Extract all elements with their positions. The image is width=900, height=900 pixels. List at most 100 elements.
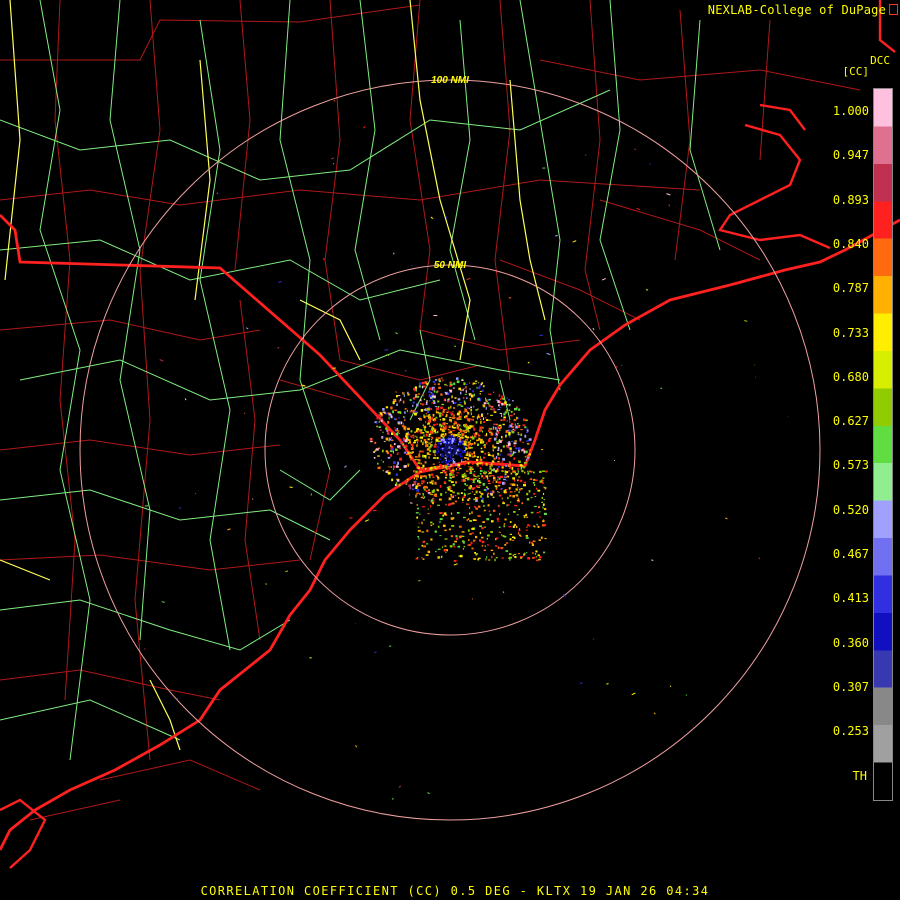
echo-pixel bbox=[449, 419, 452, 422]
echo-pixel bbox=[450, 495, 454, 498]
echo-pixel bbox=[465, 426, 468, 430]
echo-pixel bbox=[404, 419, 406, 421]
echo-pixel bbox=[423, 497, 425, 499]
echo-pixel bbox=[464, 408, 468, 412]
colorbar-tick-label: 0.467 bbox=[832, 547, 869, 561]
echo-pixel bbox=[379, 411, 382, 414]
echo-pixel bbox=[443, 441, 447, 444]
echo-pixel bbox=[425, 412, 427, 415]
echo-pixel bbox=[479, 462, 483, 464]
echo-pixel bbox=[499, 429, 501, 431]
echo-pixel bbox=[504, 481, 506, 485]
echo-pixel bbox=[492, 496, 495, 498]
echo-pixel bbox=[468, 441, 471, 443]
echo-pixel bbox=[407, 439, 411, 441]
echo-pixel bbox=[542, 506, 544, 509]
echo-pixel bbox=[446, 468, 448, 471]
echo-pixel bbox=[454, 397, 457, 399]
clutter-streak bbox=[539, 334, 544, 337]
echo-pixel bbox=[476, 463, 479, 466]
echo-pixel bbox=[475, 421, 478, 424]
echo-pixel bbox=[456, 380, 460, 384]
clutter-streak bbox=[572, 240, 577, 243]
echo-pixel bbox=[470, 453, 473, 455]
echo-pixel bbox=[517, 433, 520, 436]
echo-pixel bbox=[461, 540, 465, 542]
echo-pixel bbox=[446, 423, 449, 425]
echo-pixel bbox=[526, 516, 529, 518]
echo-pixel bbox=[456, 537, 459, 540]
echo-pixel bbox=[468, 393, 472, 395]
echo-pixel bbox=[500, 419, 503, 421]
echo-pixel bbox=[463, 516, 466, 519]
echo-pixel bbox=[420, 475, 423, 478]
echo-pixel bbox=[488, 398, 491, 401]
echo-pixel bbox=[487, 402, 490, 405]
echo-pixel bbox=[428, 433, 432, 435]
echo-pixel bbox=[495, 427, 497, 430]
echo-pixel bbox=[496, 441, 498, 444]
echo-pixel bbox=[380, 419, 383, 422]
echo-pixel bbox=[504, 544, 507, 546]
echo-pixel bbox=[444, 425, 447, 429]
echo-pixel bbox=[513, 511, 516, 513]
echo-pixel bbox=[488, 404, 492, 408]
echo-pixel bbox=[385, 412, 388, 415]
echo-pixel bbox=[479, 472, 482, 475]
echo-pixel bbox=[386, 451, 389, 455]
echo-pixel bbox=[511, 426, 514, 428]
echo-pixel bbox=[390, 444, 392, 447]
echo-pixel bbox=[390, 439, 394, 441]
echo-pixel bbox=[394, 427, 396, 430]
echo-pixel bbox=[425, 476, 427, 479]
echo-pixel bbox=[396, 478, 399, 480]
echo-pixel bbox=[505, 465, 507, 467]
echo-pixel bbox=[466, 448, 468, 450]
echo-pixel bbox=[477, 382, 480, 384]
echo-pixel bbox=[431, 473, 434, 476]
echo-pixel bbox=[408, 453, 410, 455]
colorbar-tick-label: 0.520 bbox=[832, 502, 869, 517]
echo-pixel bbox=[515, 447, 518, 450]
echo-pixel bbox=[453, 422, 455, 426]
echo-pixel bbox=[484, 452, 487, 455]
echo-pixel bbox=[414, 412, 417, 416]
clutter-streak bbox=[477, 515, 481, 517]
echo-pixel bbox=[501, 534, 503, 536]
echo-pixel bbox=[493, 476, 496, 479]
clutter-streak bbox=[178, 507, 182, 510]
echo-pixel bbox=[501, 414, 503, 418]
echo-pixel bbox=[519, 438, 522, 441]
echo-pixel bbox=[451, 471, 454, 474]
echo-pixel bbox=[453, 382, 456, 385]
echo-pixel bbox=[508, 429, 511, 432]
colorbar-tick-label: 0.627 bbox=[832, 414, 869, 429]
echo-pixel bbox=[504, 473, 507, 476]
echo-pixel bbox=[506, 409, 508, 411]
clutter-streak bbox=[395, 332, 399, 335]
echo-pixel bbox=[483, 441, 485, 444]
echo-pixel bbox=[487, 492, 489, 495]
clutter-streak bbox=[430, 216, 434, 220]
echo-pixel bbox=[514, 491, 516, 493]
echo-pixel bbox=[414, 431, 416, 434]
clutter-streak bbox=[546, 352, 551, 356]
echo-pixel bbox=[401, 425, 405, 428]
echo-pixel bbox=[434, 481, 437, 485]
echo-pixel bbox=[523, 450, 526, 454]
echo-pixel bbox=[523, 462, 527, 464]
clutter-streak bbox=[601, 277, 607, 281]
echo-pixel bbox=[444, 443, 447, 445]
echo-pixel bbox=[515, 525, 518, 528]
echo-pixel bbox=[523, 418, 526, 422]
echo-pixel bbox=[437, 476, 439, 478]
echo-pixel bbox=[509, 461, 511, 465]
echo-pixel bbox=[494, 558, 496, 562]
echo-pixel bbox=[476, 476, 478, 478]
echo-pixel bbox=[521, 470, 524, 473]
clutter-streak bbox=[453, 345, 457, 348]
echo-pixel bbox=[481, 536, 484, 539]
echo-pixel bbox=[492, 444, 495, 448]
echo-pixel bbox=[453, 414, 455, 417]
echo-pixel bbox=[479, 470, 483, 472]
